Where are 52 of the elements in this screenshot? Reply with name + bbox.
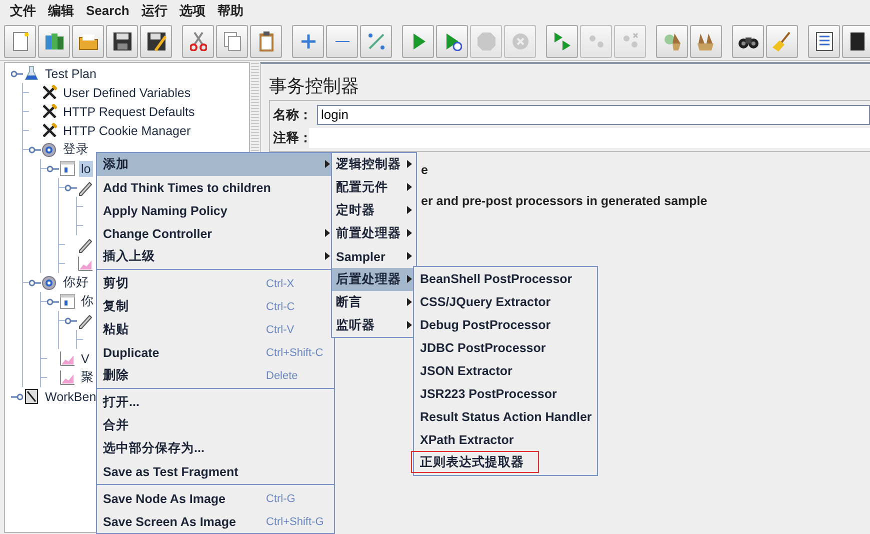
menu-item[interactable]: JDBC PostProcessor xyxy=(414,336,597,359)
menu-item[interactable]: Duplicate Ctrl+Shift-C xyxy=(97,341,334,364)
menu-item[interactable]: 粘贴 Ctrl-V xyxy=(97,318,334,341)
menu-item[interactable]: 合并 xyxy=(97,414,334,437)
field-label: 名称： xyxy=(273,106,313,124)
menu-item[interactable]: 剪切 Ctrl-X xyxy=(97,272,334,295)
menu-item[interactable]: Add Think Times to children xyxy=(97,176,334,199)
panel-title: 事务控制器 xyxy=(269,75,360,98)
menu-item[interactable]: 定时器 xyxy=(332,199,416,222)
tree-item[interactable]: 你 xyxy=(79,292,96,311)
tree-item[interactable]: 聚 xyxy=(79,368,96,387)
option-label: er and pre-post processors in generated sample xyxy=(421,193,708,210)
menu-item[interactable]: 逻辑控制器 xyxy=(332,153,416,176)
menu-item[interactable]: XPath Extractor xyxy=(414,428,597,451)
menu-item[interactable]: Debug PostProcessor xyxy=(414,313,597,336)
menu-item[interactable]: Apply Naming Policy xyxy=(97,199,334,222)
tree-item[interactable]: WorkBen xyxy=(43,388,98,404)
tree-item[interactable]: V xyxy=(79,350,92,366)
menu-item[interactable]: 配置元件 xyxy=(332,176,416,199)
tree-item[interactable]: lo xyxy=(79,160,93,176)
tree-item[interactable]: 登录 xyxy=(61,140,91,159)
menu-item[interactable]: Sampler xyxy=(332,245,416,268)
menu-item[interactable]: 打开... xyxy=(97,391,334,414)
menu-item[interactable]: 选项 xyxy=(173,1,212,21)
menu-item[interactable]: Result Status Action Handler xyxy=(414,405,597,428)
menu-item[interactable]: JSR223 PostProcessor xyxy=(414,382,597,405)
menu-item[interactable]: CSS/JQuery Extractor xyxy=(414,290,597,313)
tree-item[interactable]: 你好 xyxy=(61,273,91,292)
menu-item[interactable]: 文件 xyxy=(4,1,42,21)
input-field[interactable]: login xyxy=(317,104,870,124)
menu-item[interactable]: 选中部分保存为... xyxy=(97,437,334,460)
menu-item[interactable]: 编辑 xyxy=(42,1,80,21)
menu-item[interactable]: 前置处理器 xyxy=(332,222,416,245)
menu-item[interactable]: Save as Test Fragment xyxy=(97,460,334,483)
menu-item[interactable]: Search xyxy=(80,1,136,21)
menu-item[interactable]: 添加 xyxy=(97,153,334,176)
menu-item[interactable]: 正则表达式提取器 xyxy=(411,451,539,473)
menu-item[interactable]: 删除 Delete xyxy=(97,364,334,387)
menu-item[interactable]: 复制 Ctrl-C xyxy=(97,295,334,318)
tree-item[interactable]: HTTP Cookie Manager xyxy=(61,122,193,138)
option-label: e xyxy=(421,162,429,179)
tree-item[interactable]: User Defined Variables xyxy=(61,84,193,100)
tree-item[interactable]: Test Plan xyxy=(43,66,98,82)
field-label: 注释： xyxy=(273,128,313,146)
menu-item[interactable]: BeanShell PostProcessor xyxy=(414,267,597,290)
menu-item[interactable]: Save Screen As Image Ctrl+Shift-G xyxy=(97,510,334,533)
menu-item[interactable]: JSON Extractor xyxy=(414,359,597,382)
tree-item[interactable]: HTTP Request Defaults xyxy=(61,104,197,120)
menu-item[interactable]: Save Node As Image Ctrl-G xyxy=(97,487,334,510)
menu-item[interactable]: 后置处理器 xyxy=(332,268,416,291)
menu-item[interactable]: 帮助 xyxy=(211,1,250,21)
menu-item[interactable]: 运行 xyxy=(135,1,174,21)
